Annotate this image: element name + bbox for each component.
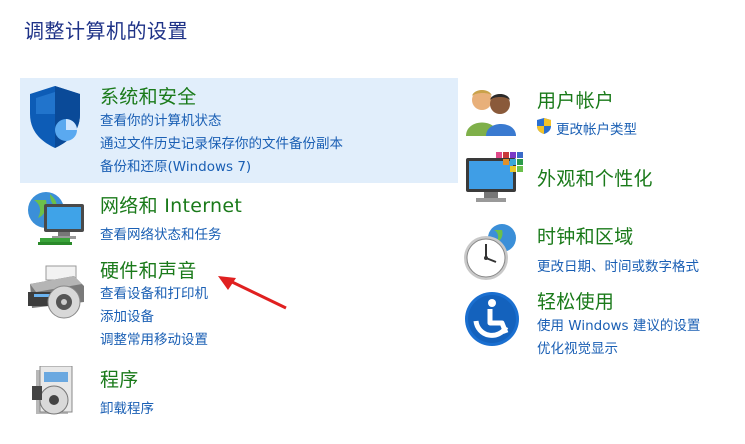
link-optimize-visual-display[interactable]: 优化视觉显示	[537, 337, 618, 357]
link-change-account-type[interactable]: 更改帐户类型	[556, 118, 637, 138]
link-view-computer-status[interactable]: 查看你的计算机状态	[100, 109, 222, 129]
shield-icon	[30, 86, 80, 148]
monitor-icon	[466, 152, 523, 202]
link-mobility-settings[interactable]: 调整常用移动设置	[100, 328, 208, 348]
clock-icon	[464, 224, 516, 280]
printer-icon	[28, 265, 84, 319]
category-title-hardware-sound[interactable]: 硬件和声音	[100, 256, 197, 283]
category-title-system-security[interactable]: 系统和安全	[100, 82, 197, 109]
link-file-history-backup[interactable]: 通过文件历史记录保存你的文件备份副本	[100, 132, 343, 152]
uac-shield-icon	[537, 118, 551, 134]
page-title: 调整计算机的设置	[24, 19, 188, 43]
users-icon	[466, 90, 516, 136]
link-devices-printers[interactable]: 查看设备和打印机	[100, 282, 208, 302]
link-backup-restore[interactable]: 备份和还原(Windows 7)	[100, 155, 251, 175]
category-title-appearance[interactable]: 外观和个性化	[537, 164, 653, 191]
link-change-date-time-format[interactable]: 更改日期、时间或数字格式	[537, 255, 699, 275]
network-icon	[28, 192, 84, 245]
category-title-network-internet[interactable]: 网络和 Internet	[100, 191, 242, 218]
category-title-clock-region[interactable]: 时钟和区域	[537, 222, 634, 249]
programs-icon	[32, 366, 73, 415]
link-network-status-tasks[interactable]: 查看网络状态和任务	[100, 223, 222, 243]
category-title-user-accounts[interactable]: 用户帐户	[537, 86, 614, 113]
category-title-ease-of-access[interactable]: 轻松使用	[537, 287, 614, 314]
link-add-device[interactable]: 添加设备	[100, 305, 154, 325]
link-uninstall-program[interactable]: 卸载程序	[100, 397, 154, 417]
link-windows-suggested-settings[interactable]: 使用 Windows 建议的设置	[537, 314, 700, 334]
accessibility-icon	[465, 292, 519, 346]
red-arrow-icon	[218, 276, 287, 310]
category-title-programs[interactable]: 程序	[100, 365, 139, 392]
